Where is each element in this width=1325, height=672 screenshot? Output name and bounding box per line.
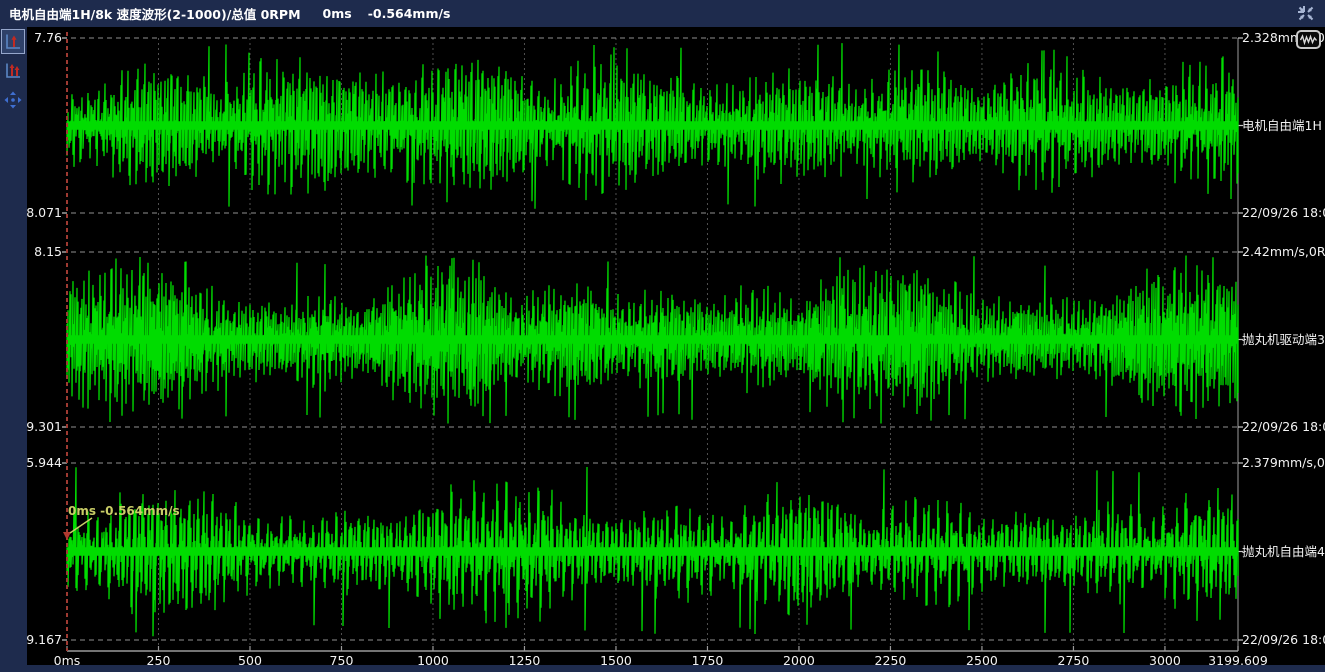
plot-canvas[interactable]	[0, 0, 1325, 672]
channel-name-label: 电机自由端1H	[1242, 119, 1322, 133]
timestamp-label: 22/09/26 18:00	[1242, 420, 1325, 434]
collapse-window-button[interactable]	[1295, 4, 1317, 23]
timestamp-label: 22/09/26 18:00	[1242, 206, 1325, 220]
page-title: 电机自由端1H/8k 速度波形(2-1000)/总值 0RPM	[9, 4, 301, 23]
panel-1-waveform	[67, 43, 1238, 209]
channel-name-label: 抛丸机自由端4H	[1242, 545, 1325, 559]
cursor-time-readout: 0ms	[323, 6, 352, 21]
timestamp-label: 22/09/26 18:00	[1242, 633, 1325, 647]
sidebar-tool-pan[interactable]	[1, 87, 25, 112]
left-toolbar	[0, 27, 27, 665]
sidebar-tool-single-cursor[interactable]	[1, 29, 25, 54]
pan-move-icon	[4, 91, 22, 109]
overall-value-label: 2.379mm/s,0RPM	[1242, 456, 1325, 470]
title-bar: 电机自由端1H/8k 速度波形(2-1000)/总值 0RPM 0ms -0.5…	[0, 0, 1325, 27]
sidebar-tool-harmonic-cursor[interactable]	[1, 58, 25, 83]
panel-2	[62, 252, 1243, 427]
collapse-arrows-icon	[1295, 4, 1317, 23]
bottom-frame-strip	[0, 665, 1325, 672]
cursor-value-readout: -0.564mm/s	[368, 6, 451, 21]
single-cursor-icon	[4, 33, 22, 51]
waveform-icon	[1300, 34, 1317, 45]
panel-2-waveform	[67, 256, 1238, 424]
waveform-display-button[interactable]	[1296, 30, 1321, 49]
channel-name-label: 抛丸机驱动端3H	[1242, 333, 1325, 347]
panel-3-waveform	[67, 467, 1238, 636]
panel-3	[62, 463, 1243, 640]
harmonic-cursor-icon	[4, 62, 22, 80]
cursor-annotation: 0ms -0.564mm/s	[68, 504, 180, 518]
panel-1	[62, 38, 1243, 213]
overall-value-label: 2.42mm/s,0RPM	[1242, 245, 1325, 259]
